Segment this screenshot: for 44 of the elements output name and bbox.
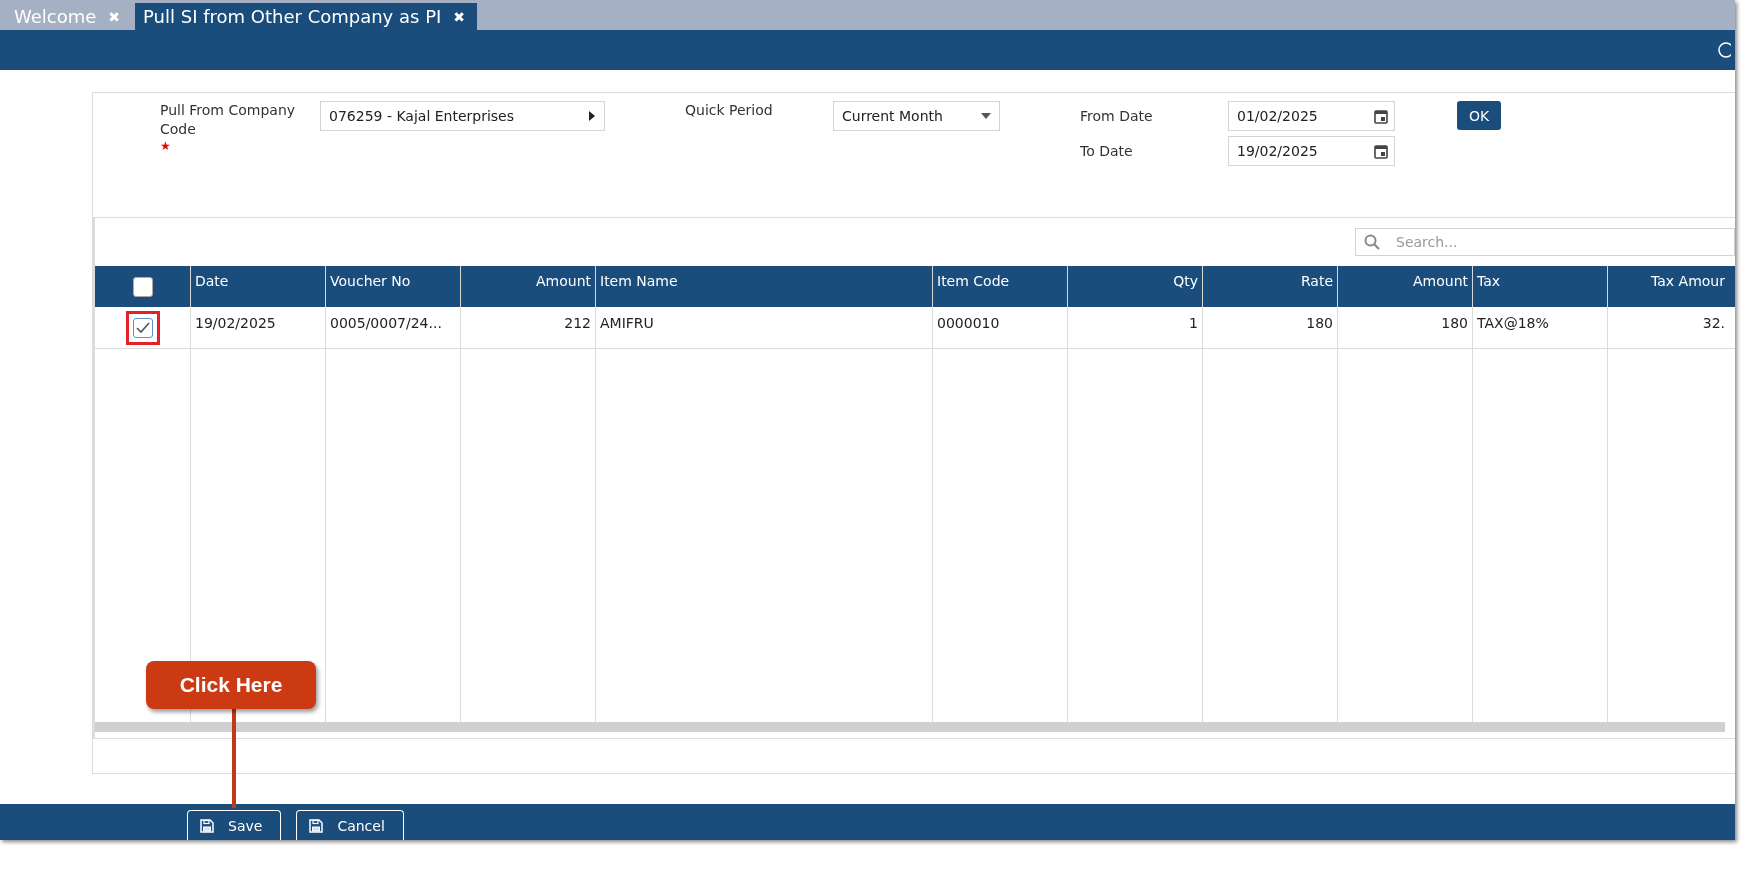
column-header[interactable]: Item Code [932, 266, 1067, 307]
column-header[interactable]: Item Name [595, 266, 932, 307]
caret-icon[interactable] [981, 113, 991, 119]
field-label: From Date [1080, 106, 1154, 126]
table-cell: 212 [460, 307, 595, 348]
table-cell: 180 [1337, 307, 1472, 348]
scrollbar[interactable] [95, 722, 1725, 732]
table-cell: AMIFRU [595, 307, 932, 348]
footer-button[interactable]: Save [187, 810, 282, 840]
column-header[interactable]: Qty [1067, 266, 1202, 307]
column-header[interactable]: Rate [1202, 266, 1337, 307]
column-header[interactable]: Tax [1472, 266, 1607, 307]
table-cell: TAX@18% [1472, 307, 1607, 348]
field-label: To Date [1080, 141, 1134, 161]
checkbox[interactable] [132, 276, 153, 297]
caret-icon[interactable] [588, 111, 596, 121]
table-cell: 1 [1067, 307, 1202, 348]
calendar-icon[interactable] [1374, 108, 1388, 124]
checkbox[interactable] [132, 317, 153, 338]
ok-button[interactable]: OK [1457, 101, 1502, 130]
date-field[interactable]: 01/02/2025 [1228, 101, 1395, 131]
required-mark: ★ [160, 139, 172, 153]
date-field[interactable]: 19/02/2025 [1228, 136, 1395, 166]
column-header[interactable]: Amount [460, 266, 595, 307]
tab[interactable]: Pull SI from Other Company as PI ✖ [135, 3, 478, 30]
search-field[interactable]: Search... [1355, 228, 1735, 256]
table-cell: 19/02/2025 [190, 307, 325, 348]
callout: Click Here [146, 661, 316, 709]
field-label: Quick Period [685, 101, 774, 120]
search-icon [1364, 234, 1380, 250]
table-cell: 0005/0007/24... [325, 307, 460, 348]
close-icon[interactable]: ✖ [453, 8, 466, 25]
footer-button[interactable]: Cancel [296, 810, 404, 840]
table-cell: 0000010 [932, 307, 1067, 348]
column-header[interactable]: Date [190, 266, 325, 307]
column-header[interactable]: Amount [1337, 266, 1472, 307]
table-cell: 32. [1607, 307, 1729, 348]
column-header[interactable]: Tax Amour [1607, 266, 1729, 307]
field-label: Pull From Company Code [160, 101, 297, 139]
company-field[interactable]: 076259 - Kajal Enterprises [320, 101, 605, 131]
column-header[interactable]: Voucher No [325, 266, 460, 307]
period-dropdown[interactable]: Current Month [833, 101, 1000, 131]
calendar-icon[interactable] [1374, 143, 1388, 159]
table-cell: 180 [1202, 307, 1337, 348]
